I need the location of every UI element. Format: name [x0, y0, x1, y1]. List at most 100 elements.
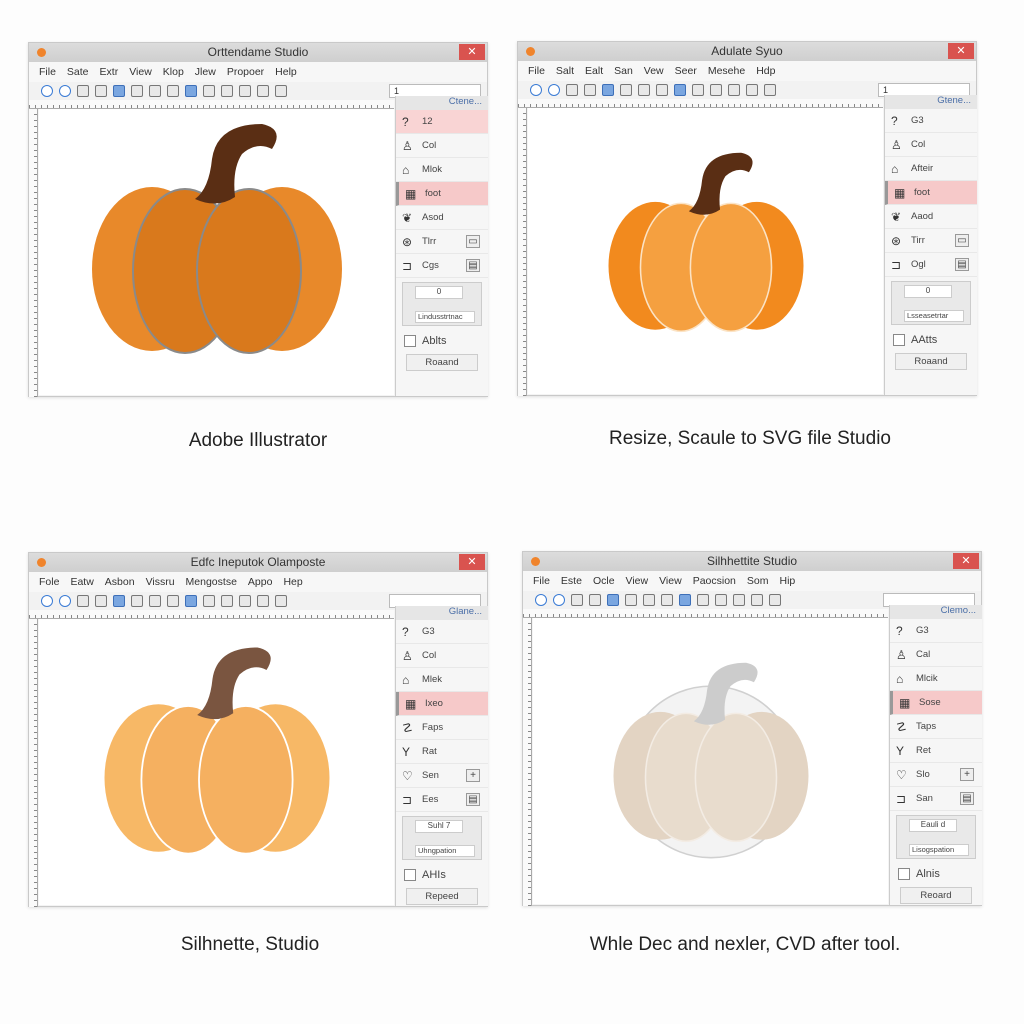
- panel-item-aaod[interactable]: ❦ Aaod: [885, 205, 977, 229]
- checkbox[interactable]: [404, 869, 416, 881]
- menu-item-propoer[interactable]: Propoer: [227, 62, 264, 82]
- panel-item-tirr[interactable]: ⊛ Tirr ▭: [885, 229, 977, 253]
- menu-item-vissru[interactable]: Vissru: [146, 572, 175, 592]
- menu-item-este[interactable]: Este: [561, 571, 582, 591]
- close-button[interactable]: ✕: [948, 43, 974, 59]
- help-row[interactable]: ? 12: [396, 110, 488, 134]
- panel-item-col[interactable]: ♙ Col: [396, 134, 488, 158]
- menu-item-ocle[interactable]: Ocle: [593, 571, 615, 591]
- panel-item-ees[interactable]: ⊐ Ees ▤: [396, 788, 488, 812]
- canvas[interactable]: [39, 619, 394, 905]
- close-button[interactable]: ✕: [459, 44, 485, 60]
- menu-item-hdp[interactable]: Hdp: [756, 61, 775, 81]
- panel-item-foot[interactable]: ▦ foot: [396, 182, 488, 206]
- value-field[interactable]: 0: [415, 286, 463, 299]
- panel-button[interactable]: Repeed: [406, 888, 478, 905]
- tool-icon[interactable]: [620, 84, 632, 96]
- tool-icon[interactable]: [95, 595, 107, 607]
- panel-item-col[interactable]: ♙ Col: [885, 133, 977, 157]
- tool-icon[interactable]: [149, 85, 161, 97]
- checkbox-row[interactable]: AAtts: [885, 329, 977, 351]
- tool-icon[interactable]: [113, 85, 125, 97]
- panel-header[interactable]: Glane...: [396, 606, 488, 620]
- menu-item-salt[interactable]: Salt: [556, 61, 574, 81]
- option-field[interactable]: Lindusstrtnac: [415, 311, 475, 323]
- panel-item-option-button[interactable]: ▭: [466, 235, 480, 248]
- help-row[interactable]: ? G3: [396, 620, 488, 644]
- value-field[interactable]: Suhl 7: [415, 820, 463, 833]
- tool-icon[interactable]: [679, 594, 691, 606]
- panel-item-option-button[interactable]: ▤: [960, 792, 974, 805]
- tool-icon[interactable]: [185, 85, 197, 97]
- tool-icon[interactable]: [257, 85, 269, 97]
- menu-item-klop[interactable]: Klop: [163, 62, 184, 82]
- panel-item-cgs[interactable]: ⊐ Cgs ▤: [396, 254, 488, 278]
- tool-icon[interactable]: [77, 595, 89, 607]
- menu-item-mengostse[interactable]: Mengostse: [186, 572, 237, 592]
- option-field[interactable]: Lsseasetrtar: [904, 310, 964, 322]
- panel-item-foot[interactable]: ▦ foot: [885, 181, 977, 205]
- checkbox-row[interactable]: AHIs: [396, 864, 488, 886]
- help-row[interactable]: ? G3: [885, 109, 977, 133]
- menu-item-paocsion[interactable]: Paocsion: [693, 571, 736, 591]
- tool-icon[interactable]: [275, 85, 287, 97]
- panel-item-sose[interactable]: ▦ Sose: [890, 691, 982, 715]
- panel-item-option-button[interactable]: ▭: [955, 234, 969, 247]
- tool-icon[interactable]: [625, 594, 637, 606]
- option-field[interactable]: Lisogspation: [909, 844, 969, 856]
- panel-item-mlcik[interactable]: ⌂ Mlcik: [890, 667, 982, 691]
- tool-icon[interactable]: [571, 594, 583, 606]
- tool-icon[interactable]: [41, 595, 53, 607]
- panel-button[interactable]: Roaand: [895, 353, 967, 370]
- tool-icon[interactable]: [607, 594, 619, 606]
- menu-item-ealt[interactable]: Ealt: [585, 61, 603, 81]
- panel-header[interactable]: Gtene...: [885, 95, 977, 109]
- panel-item-option-button[interactable]: +: [960, 768, 974, 781]
- panel-item-san[interactable]: ⊐ San ▤: [890, 787, 982, 811]
- panel-item-slo[interactable]: ♡ Slo +: [890, 763, 982, 787]
- tool-icon[interactable]: [769, 594, 781, 606]
- tool-icon[interactable]: [715, 594, 727, 606]
- tool-icon[interactable]: [535, 594, 547, 606]
- panel-item-option-button[interactable]: ▤: [466, 259, 480, 272]
- tool-icon[interactable]: [638, 84, 650, 96]
- tool-icon[interactable]: [584, 84, 596, 96]
- tool-icon[interactable]: [113, 595, 125, 607]
- panel-item-col[interactable]: ♙ Col: [396, 644, 488, 668]
- checkbox-row[interactable]: Alnis: [890, 863, 982, 885]
- panel-item-ogl[interactable]: ⊐ Ogl ▤: [885, 253, 977, 277]
- menu-item-hip[interactable]: Hip: [779, 571, 795, 591]
- panel-item-option-button[interactable]: ▤: [955, 258, 969, 271]
- tool-icon[interactable]: [746, 84, 758, 96]
- tool-icon[interactable]: [697, 594, 709, 606]
- tool-icon[interactable]: [275, 595, 287, 607]
- menu-item-file[interactable]: File: [39, 62, 56, 82]
- tool-icon[interactable]: [733, 594, 745, 606]
- panel-item-afteir[interactable]: ⌂ Afteir: [885, 157, 977, 181]
- menu-item-file[interactable]: File: [528, 61, 545, 81]
- menu-item-appo[interactable]: Appo: [248, 572, 273, 592]
- tool-icon[interactable]: [95, 85, 107, 97]
- tool-icon[interactable]: [59, 85, 71, 97]
- menu-item-hep[interactable]: Hep: [283, 572, 302, 592]
- panel-item-ixeo[interactable]: ▦ Ixeo: [396, 692, 488, 716]
- tool-icon[interactable]: [751, 594, 763, 606]
- tool-icon[interactable]: [674, 84, 686, 96]
- tool-icon[interactable]: [548, 84, 560, 96]
- tool-icon[interactable]: [131, 595, 143, 607]
- close-button[interactable]: ✕: [953, 553, 979, 569]
- tool-icon[interactable]: [257, 595, 269, 607]
- menu-item-jlew[interactable]: Jlew: [195, 62, 216, 82]
- panel-item-faps[interactable]: ☡ Faps: [396, 716, 488, 740]
- panel-item-option-button[interactable]: ▤: [466, 793, 480, 806]
- tool-icon[interactable]: [589, 594, 601, 606]
- panel-item-mlok[interactable]: ⌂ Mlok: [396, 158, 488, 182]
- menu-item-help[interactable]: Help: [275, 62, 297, 82]
- tool-icon[interactable]: [77, 85, 89, 97]
- tool-icon[interactable]: [239, 595, 251, 607]
- checkbox[interactable]: [898, 868, 910, 880]
- panel-item-asod[interactable]: ❦ Asod: [396, 206, 488, 230]
- panel-item-ret[interactable]: Y Ret: [890, 739, 982, 763]
- panel-header[interactable]: Clemo...: [890, 605, 982, 619]
- panel-item-cal[interactable]: ♙ Cal: [890, 643, 982, 667]
